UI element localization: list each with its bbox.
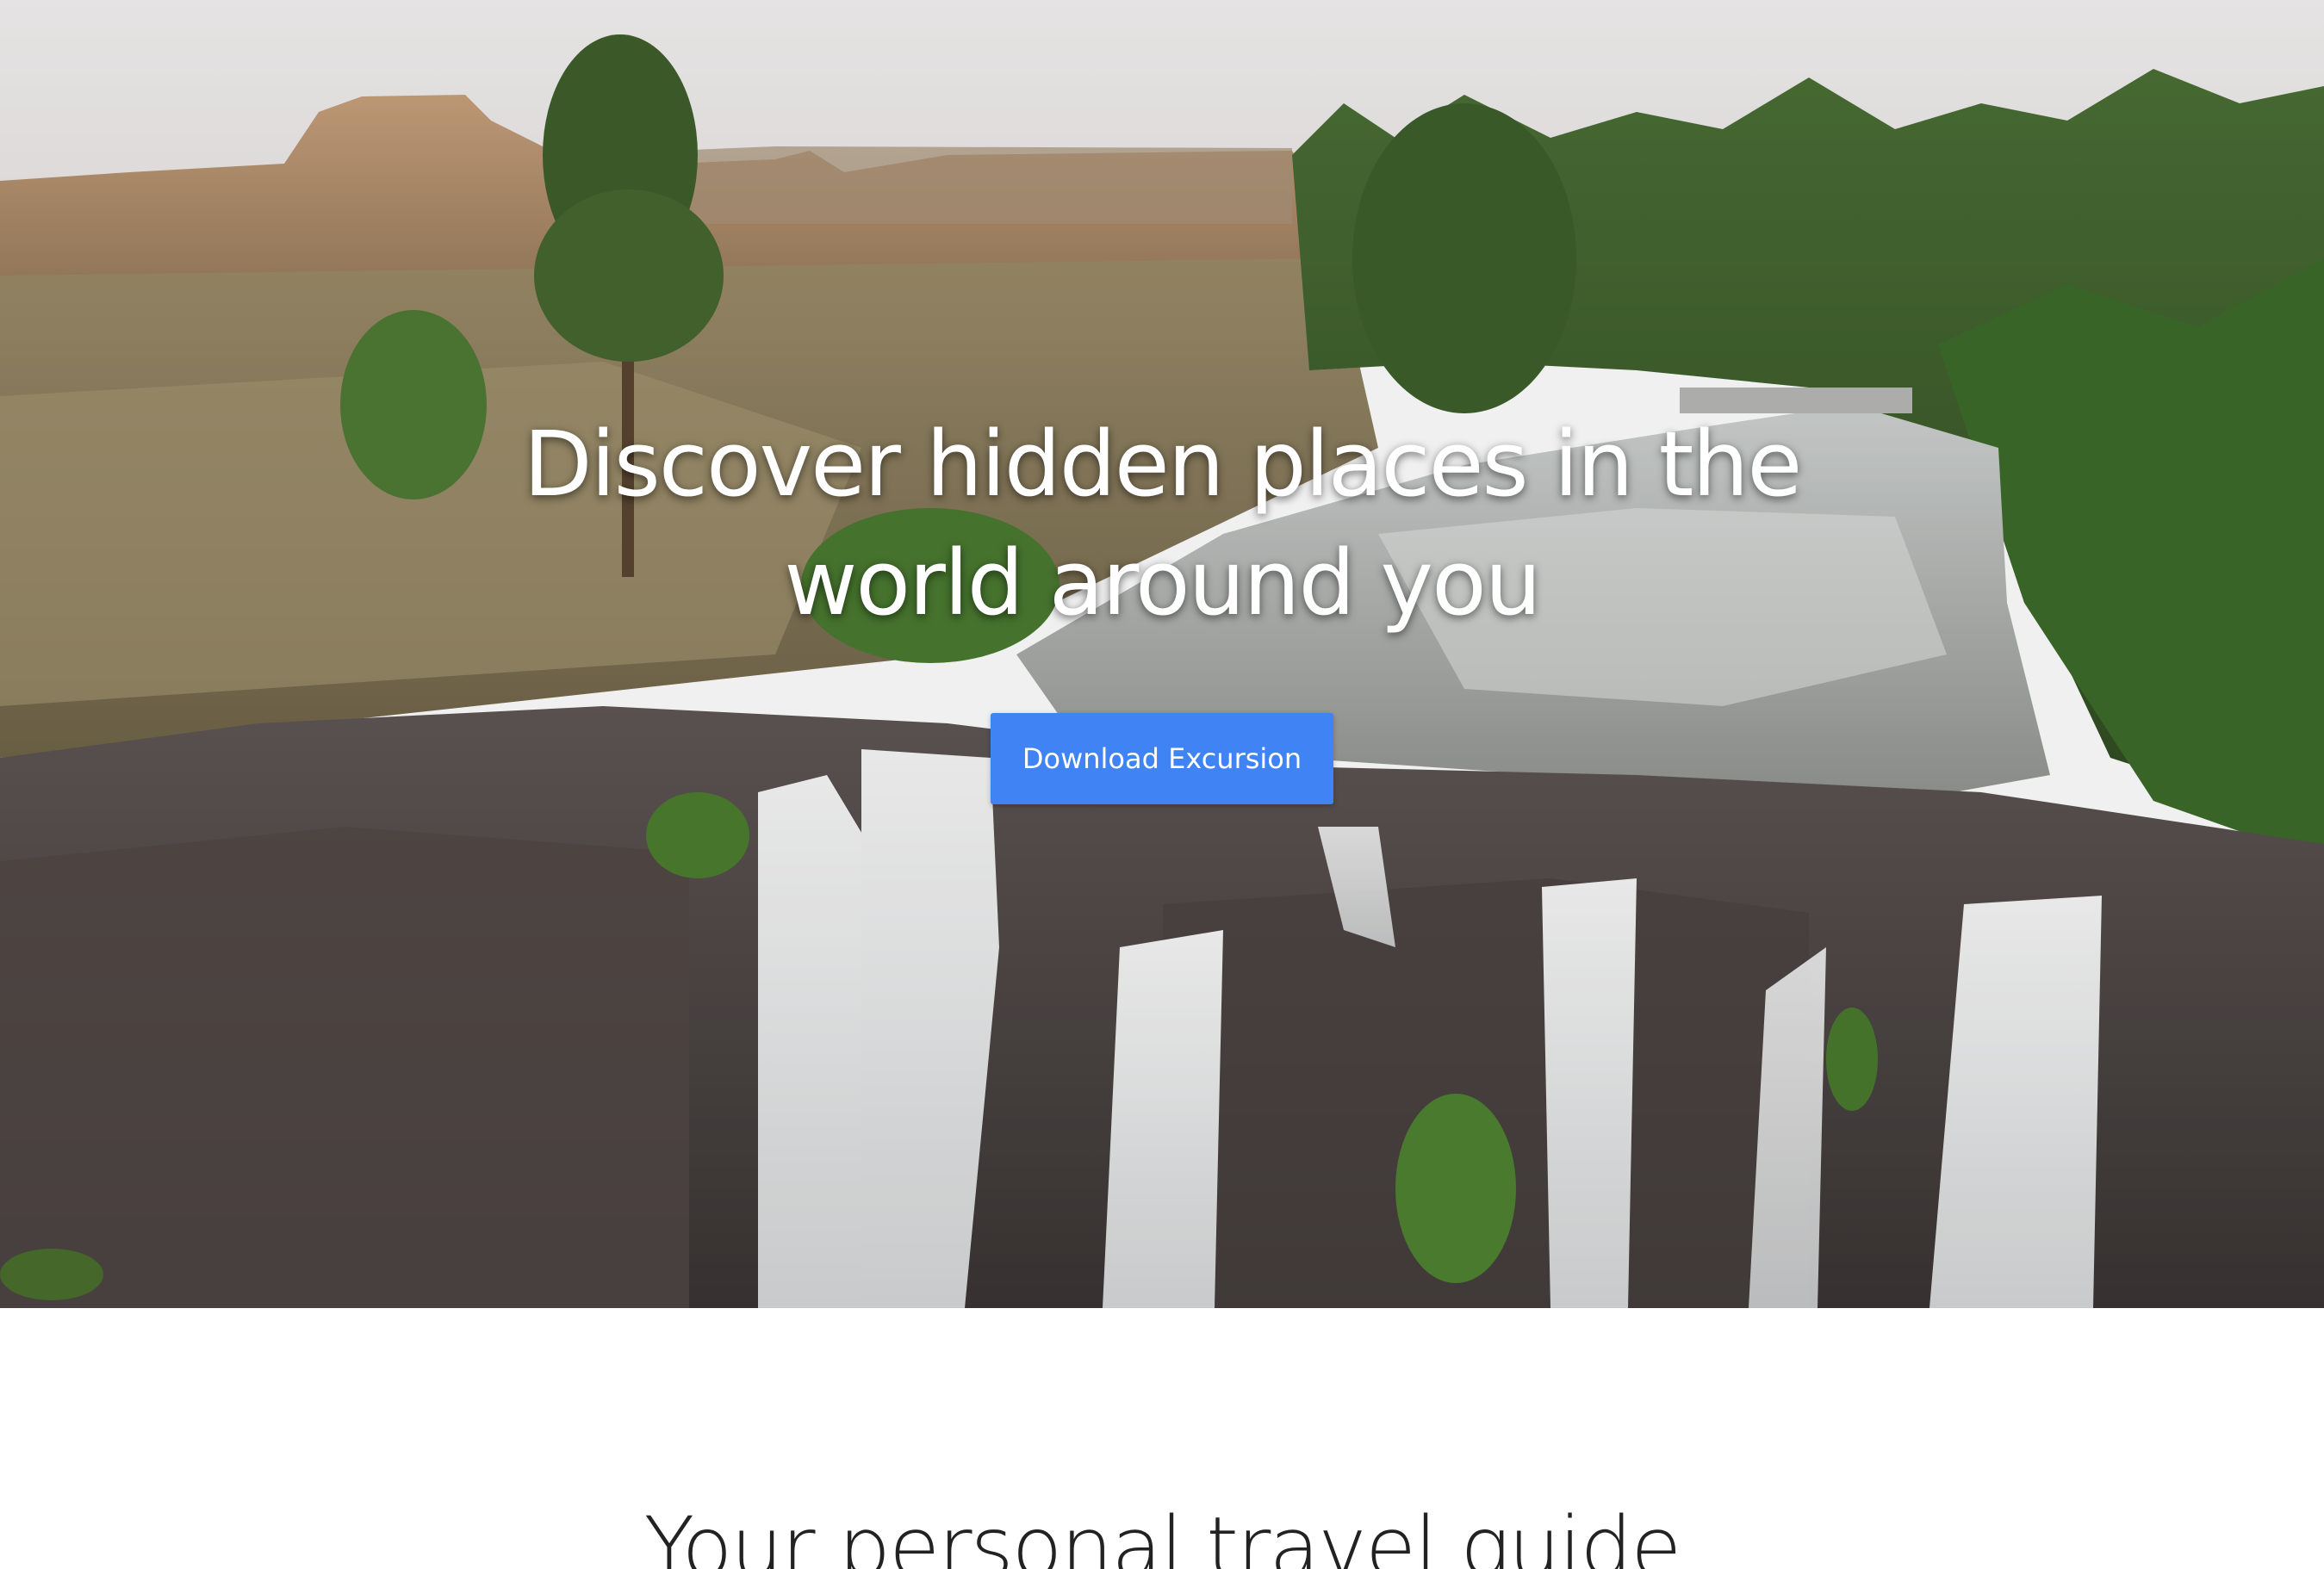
intro-section: Your personal travel guide — [0, 1308, 2324, 1569]
hero-content: Discover hidden places in the world arou… — [0, 405, 2324, 804]
download-excursion-button[interactable]: Download Excursion — [991, 713, 1333, 804]
section-heading: Your personal travel guide — [643, 1499, 1682, 1569]
landing-page: Discover hidden places in the world arou… — [0, 0, 2324, 1569]
hero-section: Discover hidden places in the world arou… — [0, 0, 2324, 1308]
hero-title: Discover hidden places in the world arou… — [523, 412, 1803, 636]
